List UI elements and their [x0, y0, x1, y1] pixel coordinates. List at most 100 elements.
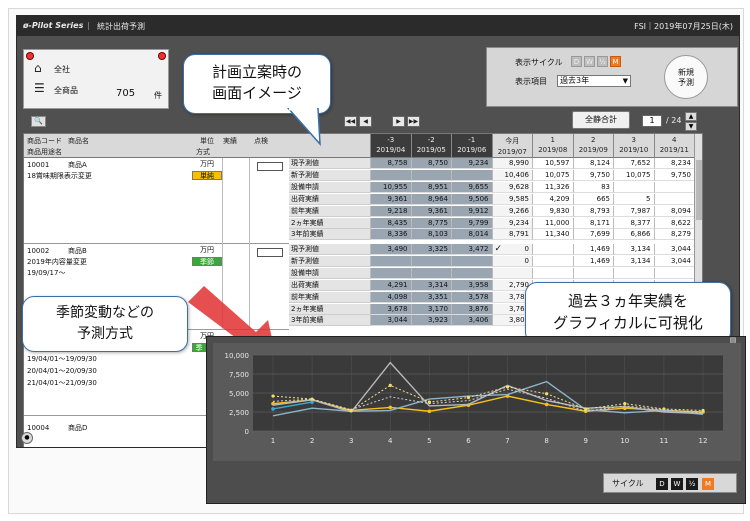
value-cell[interactable]: 8,103: [410, 229, 451, 241]
value-cell[interactable]: 7,987: [613, 205, 654, 217]
value-cell[interactable]: 11,000: [532, 217, 573, 229]
value-cell[interactable]: 9,361: [410, 205, 451, 217]
value-cell[interactable]: 8,758: [370, 158, 411, 169]
value-cell[interactable]: 3,044: [653, 244, 694, 255]
value-cell[interactable]: [410, 169, 451, 181]
product-block[interactable]: 10001 商品A 18賞味期限表示変更 万円 単純: [24, 158, 289, 244]
value-cell[interactable]: 8,964: [410, 193, 451, 205]
value-cell[interactable]: 8,435: [370, 217, 411, 229]
value-cell[interactable]: [370, 255, 411, 267]
value-cell[interactable]: 8,791: [491, 229, 532, 241]
value-cell[interactable]: 3,044: [653, 255, 694, 267]
value-cell[interactable]: 3,134: [613, 244, 654, 255]
value-cell[interactable]: 3,876: [451, 303, 492, 315]
value-cell[interactable]: 3,923: [410, 315, 451, 327]
value-cell[interactable]: 9,234: [451, 158, 492, 169]
value-cell[interactable]: 8,622: [653, 217, 694, 229]
chart-cycle-day-button[interactable]: D: [656, 478, 668, 490]
value-cell[interactable]: 5: [613, 193, 654, 205]
value-cell[interactable]: 3,044: [370, 315, 411, 327]
value-cell[interactable]: [370, 267, 411, 279]
value-cell[interactable]: 3,578: [451, 291, 492, 303]
total-button[interactable]: 全静合計: [572, 111, 630, 129]
method-badge[interactable]: 単純: [192, 171, 222, 180]
value-cell[interactable]: 10,075: [613, 169, 654, 181]
value-cell[interactable]: 11,326: [532, 181, 573, 193]
value-cell[interactable]: 3,958: [451, 279, 492, 291]
first-page-button[interactable]: ◀◀: [344, 116, 357, 127]
value-cell[interactable]: 3,170: [410, 303, 451, 315]
value-cell[interactable]: 8,377: [613, 217, 654, 229]
value-cell[interactable]: 7,699: [572, 229, 613, 241]
value-cell[interactable]: 8,234: [653, 158, 694, 169]
value-cell[interactable]: 9,830: [532, 205, 573, 217]
value-cell[interactable]: 8,336: [370, 229, 411, 241]
value-cell[interactable]: [532, 255, 573, 267]
check-input[interactable]: [257, 248, 283, 257]
value-cell[interactable]: [410, 267, 451, 279]
value-cell[interactable]: 3,678: [370, 303, 411, 315]
value-cell[interactable]: [572, 267, 613, 279]
new-forecast-button[interactable]: 新規 予測: [664, 55, 708, 99]
value-cell[interactable]: 8,750: [410, 158, 451, 169]
value-cell[interactable]: 665: [572, 193, 613, 205]
value-cell[interactable]: 8,279: [653, 229, 694, 241]
value-cell[interactable]: 9,912: [451, 205, 492, 217]
value-cell[interactable]: 9,750: [653, 169, 694, 181]
value-cell[interactable]: 4,209: [532, 193, 573, 205]
value-cell[interactable]: 9,655: [451, 181, 492, 193]
home-icon[interactable]: ⌂: [34, 61, 42, 75]
value-cell[interactable]: [653, 193, 694, 205]
value-cell[interactable]: [491, 267, 532, 279]
value-cell[interactable]: 9,799: [451, 217, 492, 229]
value-cell[interactable]: [451, 267, 492, 279]
value-cell[interactable]: 8,124: [572, 158, 613, 169]
cycle-week-button[interactable]: W: [584, 56, 595, 67]
value-cell[interactable]: 8,951: [410, 181, 451, 193]
value-cell[interactable]: 3,314: [410, 279, 451, 291]
value-cell[interactable]: 7,652: [613, 158, 654, 169]
value-cell[interactable]: 9,628: [491, 181, 532, 193]
settings-gear-icon[interactable]: ●: [21, 432, 33, 444]
value-cell[interactable]: [370, 169, 411, 181]
value-cell[interactable]: 8,014: [451, 229, 492, 241]
chart-cycle-month-button[interactable]: M: [702, 478, 714, 490]
value-cell[interactable]: [451, 169, 492, 181]
value-cell[interactable]: [532, 244, 573, 255]
value-cell[interactable]: 4,098: [370, 291, 411, 303]
value-cell[interactable]: [451, 255, 492, 267]
value-cell[interactable]: 3,472: [451, 244, 492, 255]
search-button[interactable]: 🔍: [31, 116, 46, 127]
cycle-day-button[interactable]: D: [571, 56, 582, 67]
value-cell[interactable]: 83: [572, 181, 613, 193]
value-cell[interactable]: 8,775: [410, 217, 451, 229]
value-cell[interactable]: 3,134: [613, 255, 654, 267]
value-cell[interactable]: [613, 267, 654, 279]
value-cell[interactable]: 3,406: [451, 315, 492, 327]
value-cell[interactable]: [653, 267, 694, 279]
value-cell[interactable]: 0: [491, 255, 532, 267]
page-input[interactable]: 1: [642, 115, 662, 127]
value-cell[interactable]: 3,351: [410, 291, 451, 303]
scrollbar-thumb[interactable]: [696, 160, 702, 220]
scroll-down-button[interactable]: ▼: [685, 122, 697, 131]
value-cell[interactable]: 4,291: [370, 279, 411, 291]
value-cell[interactable]: 6,866: [613, 229, 654, 241]
value-cell[interactable]: 1,469: [572, 255, 613, 267]
list-icon[interactable]: ☰: [34, 81, 45, 95]
prev-page-button[interactable]: ◀: [359, 116, 372, 127]
item-select[interactable]: 過去3年 ▼: [557, 75, 631, 87]
chart-cycle-week-button[interactable]: W: [671, 478, 683, 490]
value-cell[interactable]: 10,955: [370, 181, 411, 193]
value-cell[interactable]: 3,490: [370, 244, 411, 255]
value-cell[interactable]: [613, 181, 654, 193]
scroll-up-button[interactable]: ▲: [685, 112, 697, 121]
value-cell[interactable]: [532, 267, 573, 279]
check-input[interactable]: [257, 162, 283, 171]
value-cell[interactable]: 8,171: [572, 217, 613, 229]
value-cell[interactable]: 8,793: [572, 205, 613, 217]
value-cell[interactable]: 9,266: [491, 205, 532, 217]
value-cell[interactable]: 11,340: [532, 229, 573, 241]
value-cell[interactable]: 9,506: [451, 193, 492, 205]
next-page-button[interactable]: ▶: [392, 116, 405, 127]
